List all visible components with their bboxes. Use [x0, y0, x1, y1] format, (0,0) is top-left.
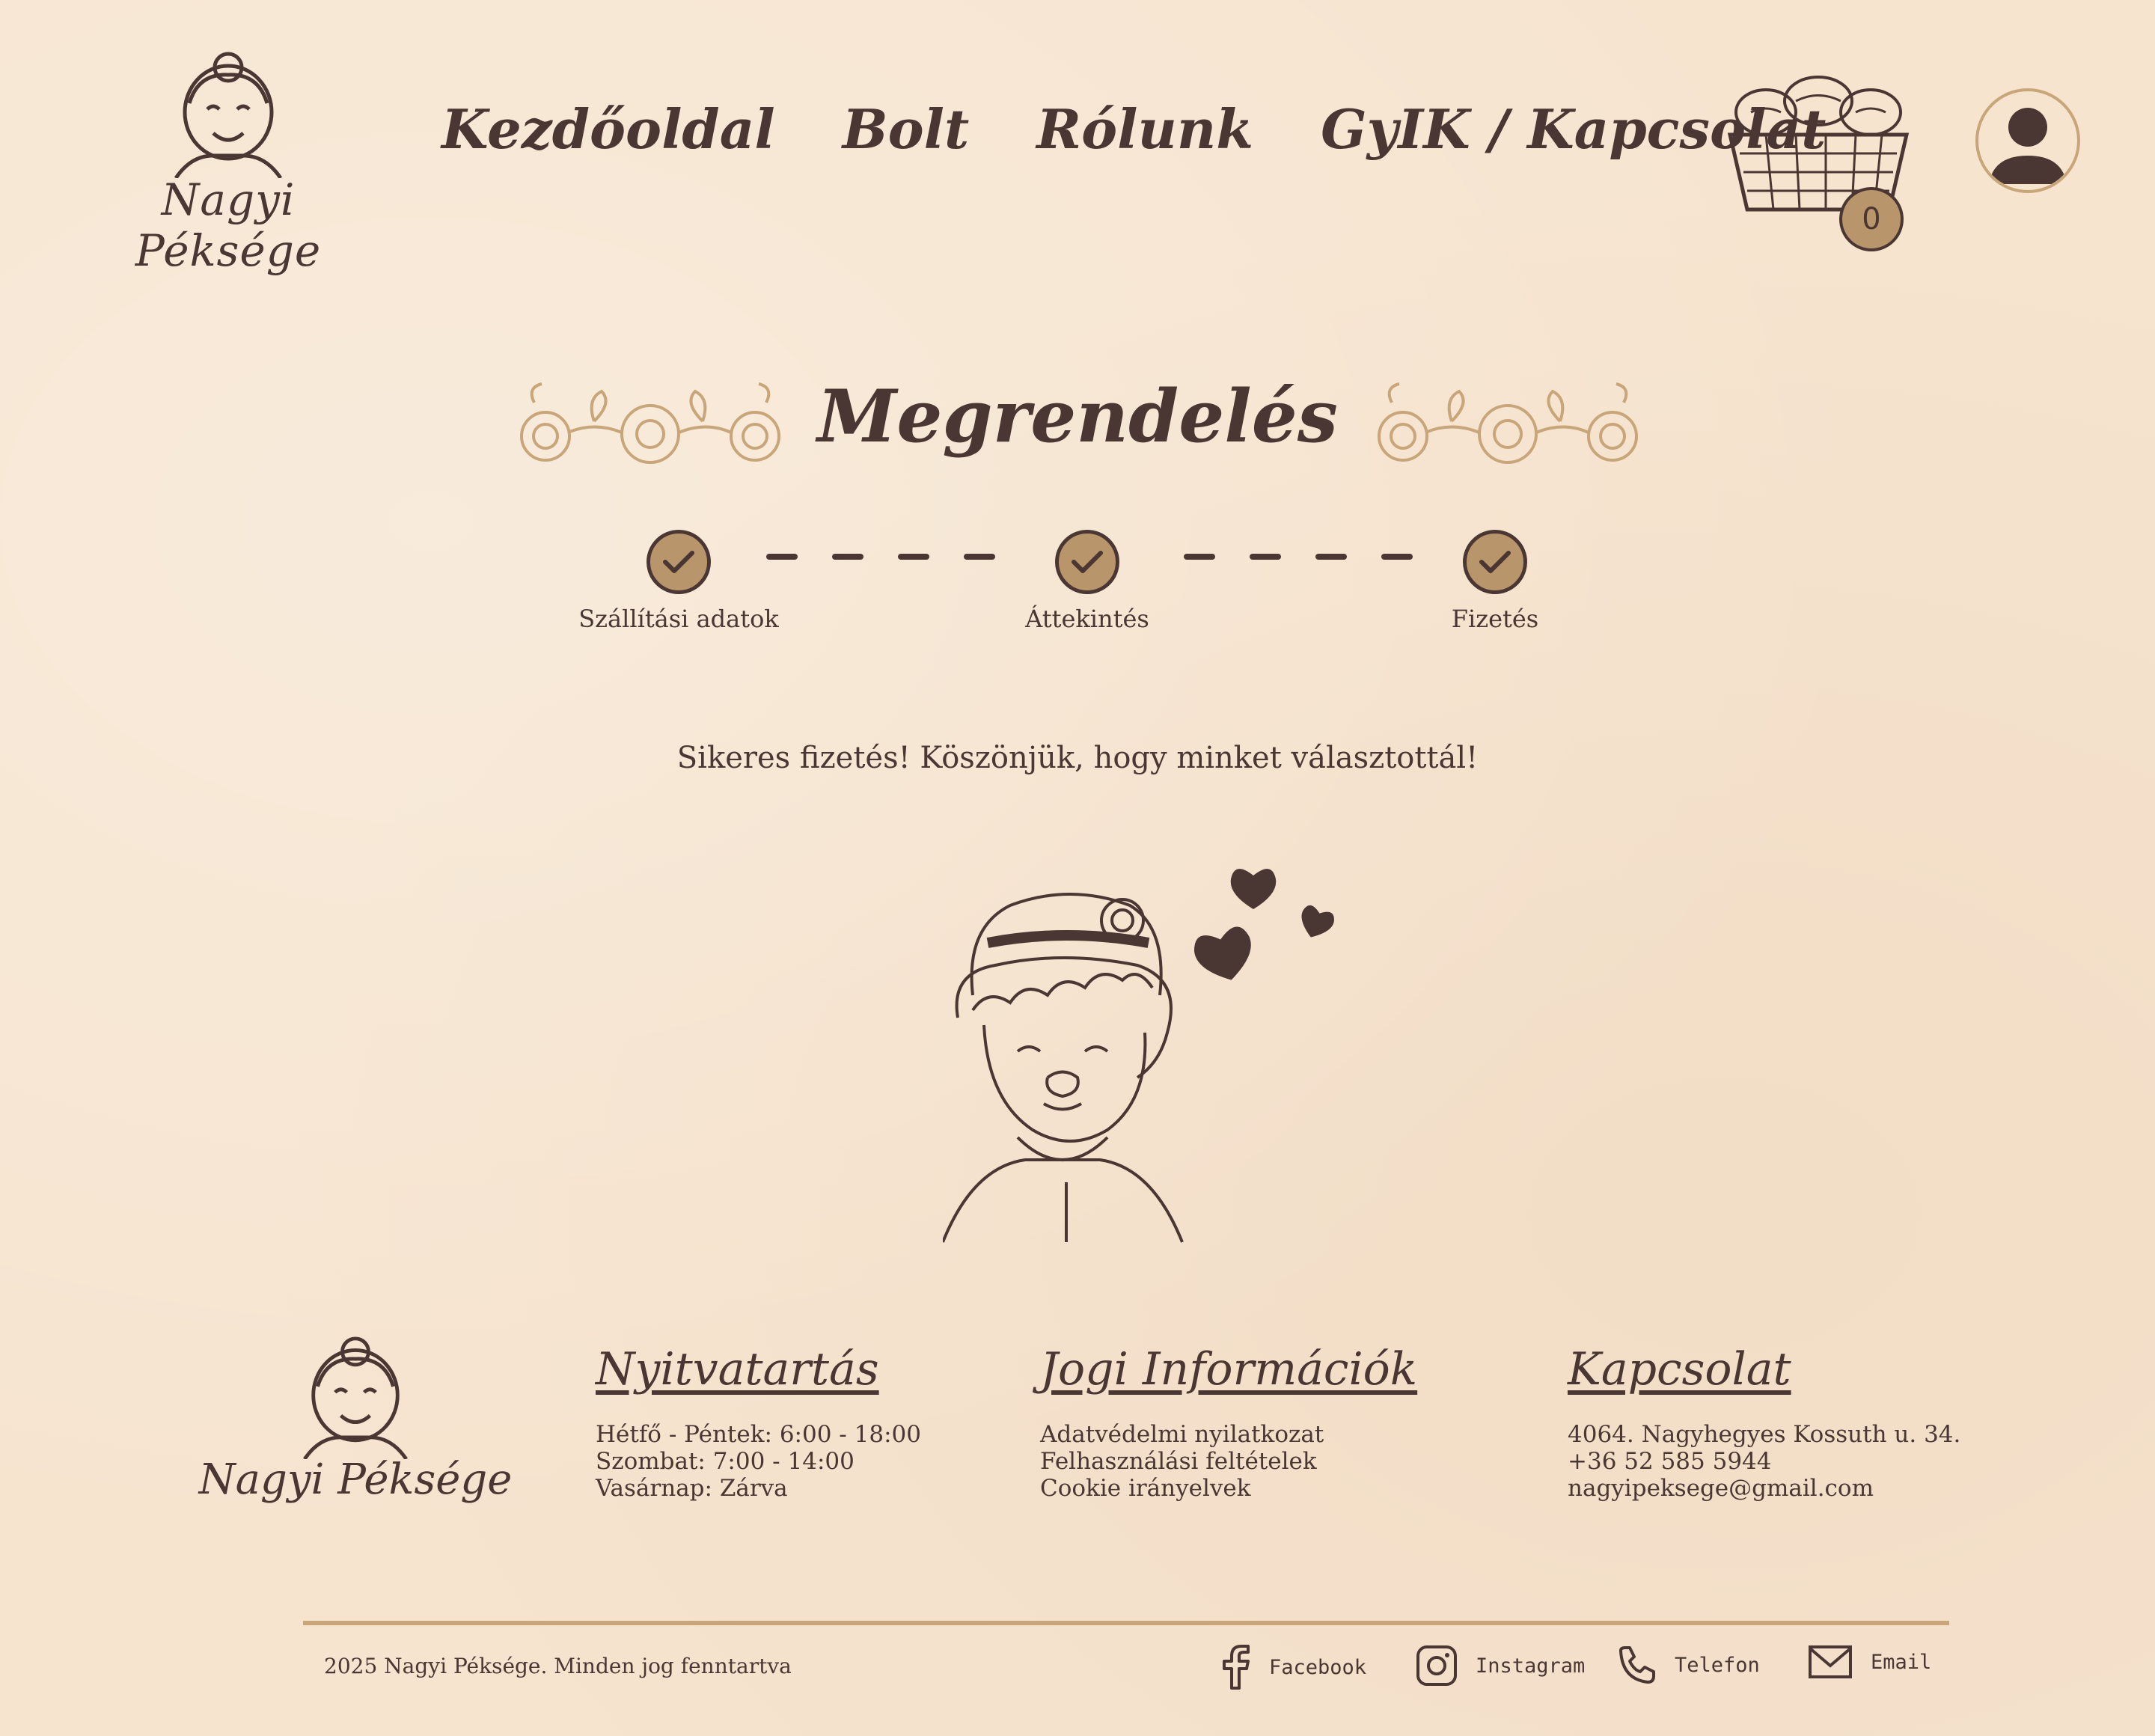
check-icon [663, 551, 694, 573]
contact-phone[interactable]: +36 52 585 5944 [1568, 1448, 1960, 1475]
step-connector [1184, 554, 1215, 560]
page-title: Megrendelés [817, 374, 1338, 459]
grandma-logo-icon [174, 52, 283, 178]
hours-line: Szombat: 7:00 - 14:00 [596, 1448, 855, 1475]
contact-address: 4064. Nagyhegyes Kossuth u. 34. [1568, 1421, 1961, 1448]
brand-name: Nagyi Péksége [135, 174, 322, 276]
hours-title: Nyitvatartás [596, 1343, 879, 1396]
facebook-icon [1223, 1645, 1250, 1690]
step-connector [1250, 554, 1281, 560]
phone-icon [1619, 1646, 1655, 1684]
step-connector [898, 554, 929, 560]
nav-shop[interactable]: Bolt [843, 97, 970, 161]
rose-flourish-icon [520, 382, 780, 464]
brand-logo[interactable]: Nagyi Péksége [71, 51, 385, 276]
check-icon [1479, 551, 1511, 573]
legal-title: Jogi Információk [1040, 1343, 1418, 1396]
hours-line: Vasárnap: Zárva [596, 1475, 788, 1502]
cart-count-badge: 0 [1839, 187, 1904, 251]
contact-email[interactable]: nagyipeksege@gmail.com [1568, 1475, 1960, 1502]
checkout-stepper: Szállítási adatok Áttekintés Fizetés [0, 524, 2155, 644]
footer-hours: Nyitvatartás Hétfő - Péntek: 6:00 - 18:0… [596, 1343, 921, 1502]
step-3-complete [1463, 530, 1527, 594]
step-connector [766, 554, 798, 560]
footer-legal: Jogi Információk Adatvédelmi nyilatkozat… [1040, 1343, 1417, 1502]
main-nav: Kezdőoldal Bolt Rólunk GyIK / Kapcsolat [441, 97, 1826, 161]
step-label: Áttekintés [1025, 605, 1149, 633]
social-instagram[interactable]: Instagram [1416, 1645, 1585, 1687]
email-icon [1809, 1645, 1852, 1678]
site-header: Nagyi Péksége Kezdőoldal Bolt Rólunk GyI… [0, 0, 2155, 276]
step-connector [1381, 554, 1413, 560]
step-1-complete [646, 530, 711, 594]
instagram-icon [1416, 1645, 1457, 1686]
footer-divider [303, 1621, 1949, 1625]
footer-brand-name: Nagyi Péksége [198, 1455, 513, 1504]
happy-grandma-illustration [943, 869, 1334, 1243]
account-button[interactable] [1975, 88, 2080, 193]
step-label: Fizetés [1451, 605, 1539, 633]
facebook-label: Facebook [1269, 1655, 1367, 1679]
social-phone[interactable]: Telefon [1616, 1645, 1760, 1685]
footer-logo[interactable]: Nagyi Péksége [198, 1336, 513, 1515]
rose-flourish-icon [1378, 382, 1638, 464]
cookie-link[interactable]: Cookie irányelvek [1040, 1475, 1417, 1502]
social-facebook[interactable]: Facebook [1218, 1645, 1366, 1690]
social-email[interactable]: Email [1808, 1645, 1931, 1679]
check-icon [1072, 551, 1103, 573]
copyright-text: 2025 Nagyi Péksége. Minden jog fenntartv… [324, 1654, 792, 1678]
step-connector [1315, 554, 1347, 560]
nav-about[interactable]: Rólunk [1036, 97, 1253, 161]
terms-link[interactable]: Felhasználási feltételek [1040, 1448, 1417, 1475]
footer-contact: Kapcsolat 4064. Nagyhegyes Kossuth u. 34… [1568, 1343, 1960, 1502]
email-label: Email [1871, 1650, 1932, 1674]
privacy-link[interactable]: Adatvédelmi nyilatkozat [1040, 1421, 1417, 1448]
step-connector [964, 554, 995, 560]
title-section: Megrendelés [0, 374, 2155, 479]
success-message: Sikeres fizetés! Köszönjük, hogy minket … [676, 741, 1479, 775]
step-2-complete [1055, 530, 1119, 594]
step-label: Szállítási adatok [578, 605, 779, 633]
step-connector [832, 554, 863, 560]
phone-label: Telefon [1675, 1653, 1760, 1677]
hours-line: Hétfő - Péntek: 6:00 - 18:00 [596, 1421, 921, 1448]
instagram-label: Instagram [1476, 1654, 1586, 1678]
nav-home[interactable]: Kezdőoldal [441, 97, 775, 161]
user-icon [1989, 108, 2067, 184]
contact-title: Kapcsolat [1568, 1343, 1791, 1396]
grandma-logo-icon [303, 1336, 408, 1459]
